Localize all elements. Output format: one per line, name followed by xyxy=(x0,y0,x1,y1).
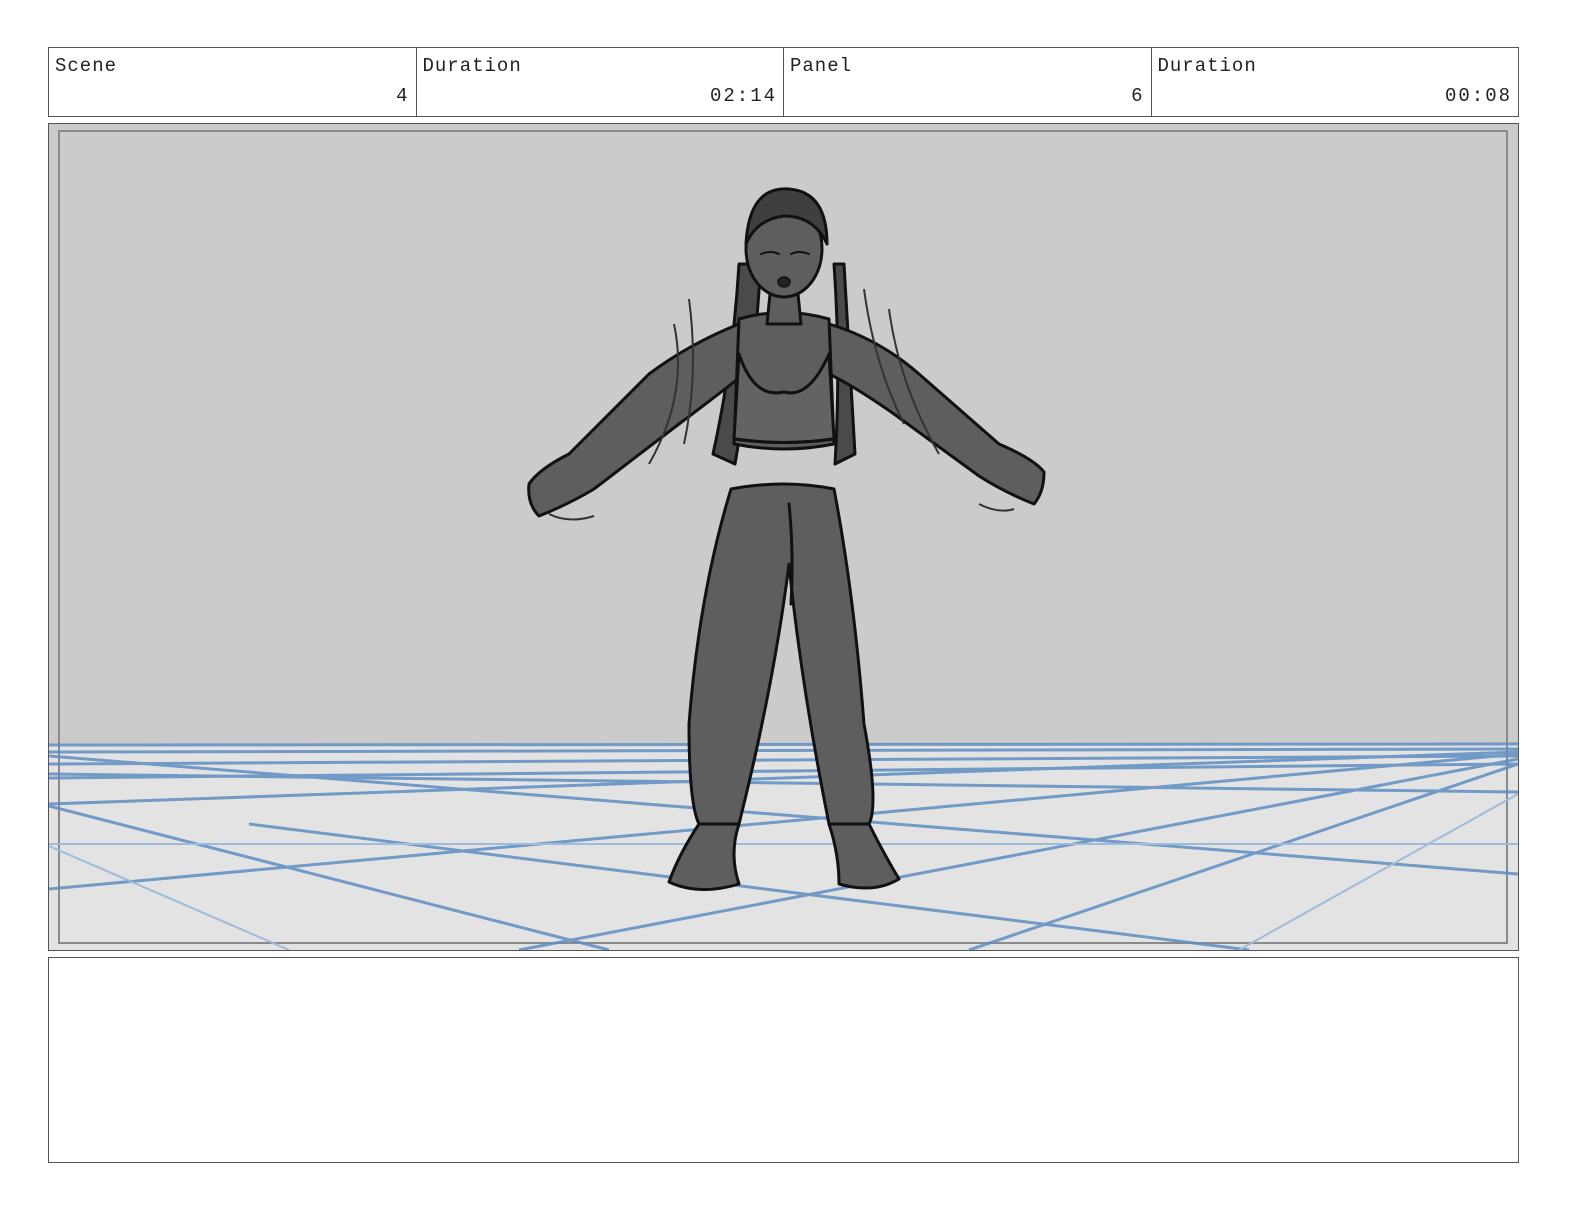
scene-duration-value: 02:14 xyxy=(709,85,777,107)
scene-value: 4 xyxy=(396,85,410,107)
storyboard-sketch xyxy=(49,124,1518,950)
storyboard-panel xyxy=(48,123,1519,951)
panel-value: 6 xyxy=(1131,85,1145,107)
panel-label: Panel xyxy=(790,55,853,77)
panel-duration-label: Duration xyxy=(1157,55,1257,77)
panel-cell: Panel 6 xyxy=(784,48,1152,116)
notes-box[interactable] xyxy=(48,957,1519,1163)
scene-label: Scene xyxy=(55,55,118,77)
panel-duration-value: 00:08 xyxy=(1444,85,1512,107)
panel-duration-cell: Duration 00:08 xyxy=(1152,48,1519,116)
scene-duration-cell: Duration 02:14 xyxy=(417,48,784,116)
scene-duration-label: Duration xyxy=(422,55,522,77)
scene-cell: Scene 4 xyxy=(49,48,417,116)
panel-info-header: Scene 4 Duration 02:14 Panel 6 Duration … xyxy=(48,47,1519,117)
